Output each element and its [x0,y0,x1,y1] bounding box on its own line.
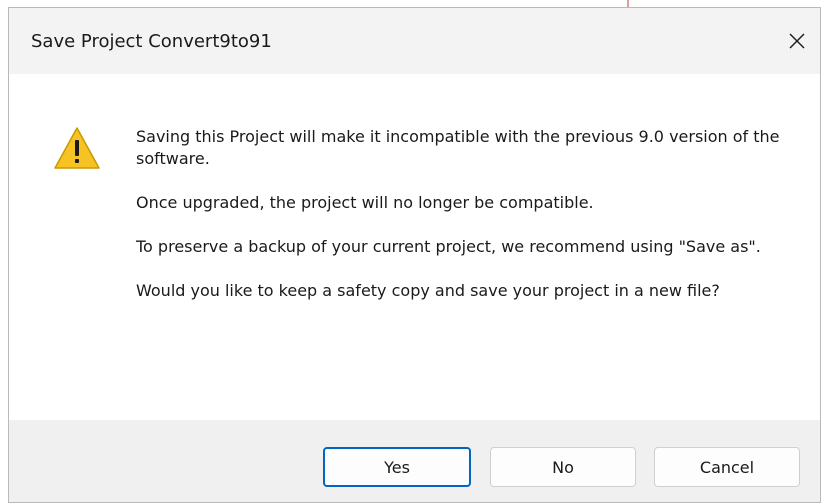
save-project-dialog: Save Project Convert9to91 Saving this Pr… [8,7,821,503]
message-paragraph: To preserve a backup of your current pro… [136,237,761,256]
message-paragraph: Saving this Project will make it incompa… [136,127,780,168]
close-button[interactable] [774,8,820,74]
close-icon [789,33,805,49]
warning-triangle-icon [54,127,100,169]
cancel-button[interactable]: Cancel [654,447,800,487]
no-button[interactable]: No [490,447,636,487]
dialog-message: Saving this Project will make it incompa… [136,126,786,324]
message-paragraph: Would you like to keep a safety copy and… [136,281,720,300]
message-paragraph: Once upgraded, the project will no longe… [136,193,594,212]
yes-button[interactable]: Yes [323,447,471,487]
title-bar: Save Project Convert9to91 [9,8,820,74]
dialog-footer: Yes No Cancel [9,420,820,502]
dialog-title: Save Project Convert9to91 [31,31,272,52]
dialog-content: Saving this Project will make it incompa… [9,74,820,428]
